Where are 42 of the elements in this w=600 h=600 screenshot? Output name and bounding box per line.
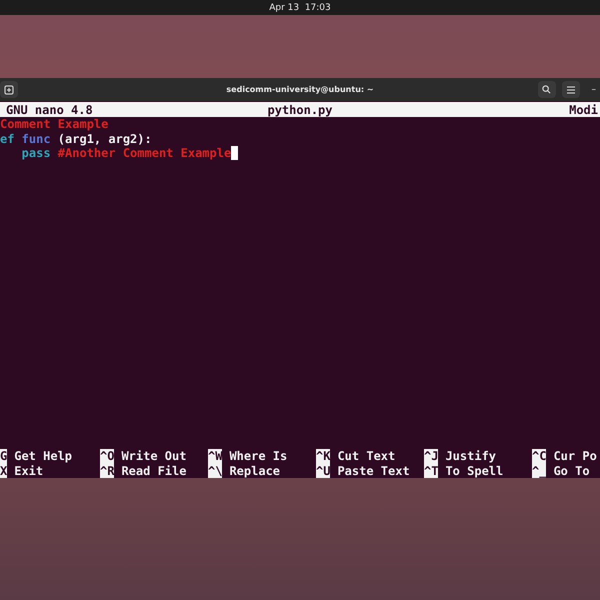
shortcut-label: Exit bbox=[14, 464, 44, 478]
shortcut-label: Read File bbox=[121, 464, 186, 478]
shortcut-label: Get Help bbox=[14, 449, 72, 464]
shortcut-label: Justify bbox=[445, 449, 496, 464]
shortcut-label: Where Is bbox=[229, 449, 288, 464]
shortcut-key: X bbox=[0, 464, 8, 478]
shortcut-key: ^C bbox=[532, 449, 546, 464]
new-tab-icon bbox=[4, 84, 14, 94]
shortcut-key: ^R bbox=[100, 464, 114, 478]
shortcut-label: Paste Text bbox=[337, 464, 410, 478]
code-function: func bbox=[20, 132, 51, 146]
new-tab-button[interactable] bbox=[0, 81, 18, 98]
shortcut-key: ^\ bbox=[208, 464, 222, 478]
shortcut-key: ^W bbox=[208, 449, 222, 464]
shortcut-label: Replace bbox=[229, 464, 280, 478]
clock[interactable]: Apr 13 17:03 bbox=[269, 2, 331, 12]
code-comment: #Another Comment Example bbox=[56, 146, 232, 160]
shortcut-key: G bbox=[0, 449, 8, 464]
shortcut-label: Go To bbox=[553, 464, 590, 478]
menu-button[interactable] bbox=[562, 81, 580, 98]
shortcut-label: Cur Po bbox=[553, 449, 597, 464]
shortcut-key: ^K bbox=[316, 449, 330, 464]
shortcut-label: To Spell bbox=[445, 464, 504, 478]
menu-icon bbox=[566, 86, 574, 94]
nano-version: GNU nano 4.8 bbox=[6, 102, 93, 116]
minimize-button[interactable]: – bbox=[592, 84, 596, 94]
code-keyword: pass bbox=[20, 146, 51, 160]
shortcut-label: Cut Text bbox=[337, 449, 396, 464]
window-title: sedicomm-university@ubuntu: ~ bbox=[226, 85, 374, 94]
search-icon bbox=[542, 85, 551, 94]
shortcut-label: Write Out bbox=[121, 449, 186, 464]
shortcut-key: ^T bbox=[424, 464, 438, 478]
shortcut-key: ^O bbox=[100, 449, 114, 464]
code-keyword: ef bbox=[0, 132, 14, 146]
search-button[interactable] bbox=[538, 81, 556, 98]
code-comment: Comment Example bbox=[0, 117, 108, 132]
code-text: (arg1, arg2): bbox=[56, 132, 152, 146]
shortcut-key: ^J bbox=[424, 449, 438, 464]
shortcut-key: ^_ bbox=[532, 464, 546, 478]
shortcut-key: ^U bbox=[316, 464, 330, 478]
modified-status: Modi bbox=[569, 102, 598, 116]
file-name: python.py bbox=[267, 102, 333, 116]
